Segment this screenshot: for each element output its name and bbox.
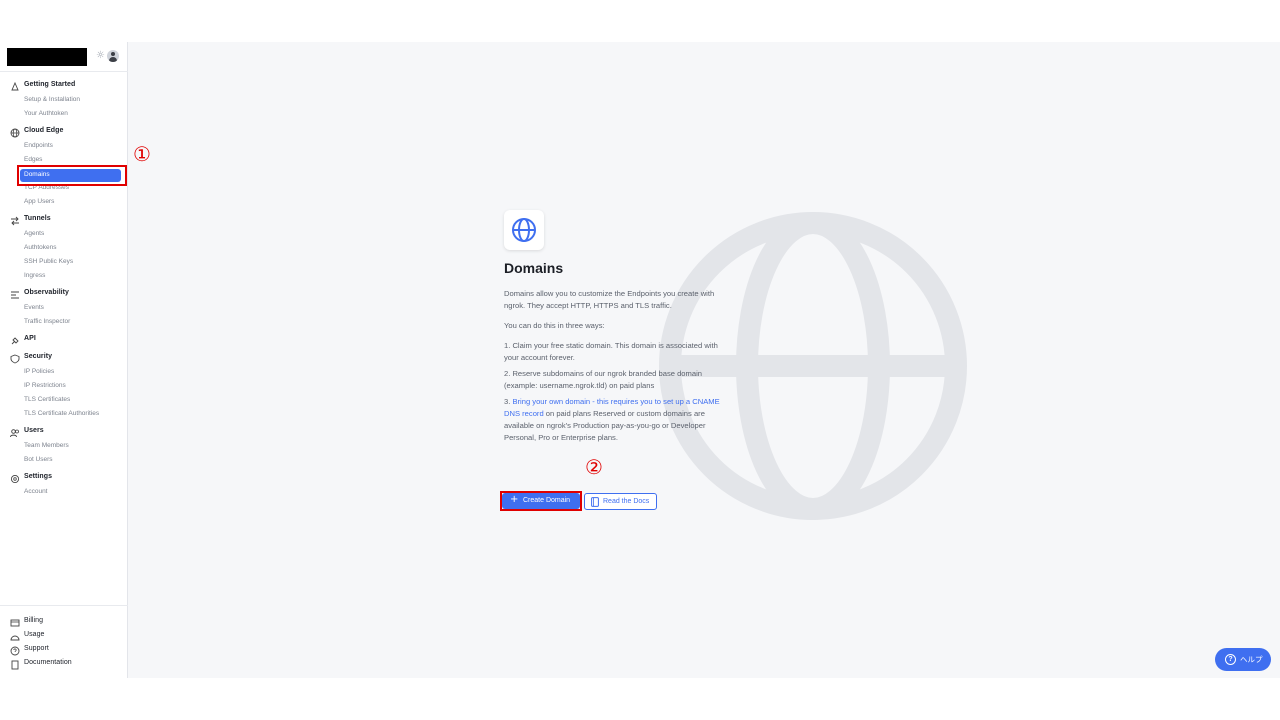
sidebar-item-label: Support (24, 645, 49, 652)
sidebar-section-cloud-edge[interactable]: Cloud Edge (0, 126, 128, 140)
globe-icon (10, 128, 20, 138)
sidebar-item-support[interactable]: Support (0, 644, 128, 658)
sidebar-item-label: TLS Certificates (24, 396, 71, 403)
sidebar: ☼ Getting Started Setup & Installation Y… (0, 42, 128, 678)
sidebar-section-security[interactable]: Security (0, 352, 128, 366)
globe-icon (512, 218, 536, 242)
sidebar-section-label: Cloud Edge (24, 127, 64, 134)
sidebar-item-label: IP Policies (24, 368, 55, 375)
list-icon (11, 291, 19, 299)
bring-own-domain-link[interactable]: Bring your own domain (512, 397, 590, 406)
sidebar-section-users[interactable]: Users (0, 426, 128, 440)
sidebar-item-account[interactable]: Account (0, 486, 128, 500)
sidebar-item-team-members[interactable]: Team Members (0, 440, 128, 454)
sidebar-item-label: TLS Certificate Authorities (24, 410, 100, 417)
sidebar-section-api[interactable]: API (0, 334, 128, 348)
sidebar-item-label: Events (24, 304, 44, 311)
sidebar-item-label: Agents (24, 230, 45, 237)
page-title: Domains (504, 260, 564, 276)
sidebar-item-tls-cas[interactable]: TLS Certificate Authorities (0, 408, 128, 422)
gear-icon (10, 474, 20, 484)
sidebar-item-bot-users[interactable]: Bot Users (0, 454, 128, 468)
help-circle-icon (10, 646, 20, 656)
sidebar-item-label: IP Restrictions (24, 382, 66, 389)
question-icon: ? (1225, 654, 1236, 665)
sidebar-section-observability[interactable]: Observability (0, 288, 128, 302)
sidebar-item-label: Edges (24, 156, 43, 163)
help-button[interactable]: ? ヘルプ (1215, 648, 1271, 671)
sidebar-item-ip-restrictions[interactable]: IP Restrictions (0, 380, 128, 394)
sidebar-nav: Getting Started Setup & Installation You… (0, 80, 128, 500)
sidebar-item-label: Team Members (24, 442, 69, 449)
way-2-text: 2. Reserve subdomains of our ngrok brand… (504, 369, 702, 390)
sidebar-item-label: Your Authtoken (24, 110, 68, 117)
sidebar-header: ☼ (0, 42, 128, 72)
sidebar-item-app-users[interactable]: App Users (0, 196, 128, 210)
gauge-icon (10, 635, 20, 641)
sun-icon[interactable]: ☼ (96, 51, 106, 61)
shield-icon (10, 354, 20, 364)
book-icon (591, 497, 599, 507)
plug-icon (11, 337, 19, 345)
annotation-marker-1: ① (133, 142, 151, 166)
ways-heading: You can do this in three ways: (504, 321, 605, 330)
sidebar-item-usage[interactable]: Usage (0, 630, 128, 644)
sidebar-item-ssh-keys[interactable]: SSH Public Keys (0, 256, 128, 270)
sidebar-item-agents[interactable]: Agents (0, 228, 128, 242)
sidebar-item-ingress[interactable]: Ingress (0, 270, 128, 284)
sidebar-section-label: Observability (24, 289, 70, 296)
sidebar-section-label: Security (24, 353, 53, 360)
book-icon (11, 660, 19, 670)
sidebar-section-label: Getting Started (24, 81, 76, 88)
sidebar-item-label: Billing (24, 617, 44, 624)
app-window: ☼ Getting Started Setup & Installation Y… (0, 42, 1280, 678)
sidebar-item-traffic-inspector[interactable]: Traffic Inspector (0, 316, 128, 330)
arrows-icon (11, 216, 19, 226)
sidebar-item-label: SSH Public Keys (24, 258, 74, 265)
sidebar-item-events[interactable]: Events (0, 302, 128, 316)
help-label: ヘルプ (1240, 655, 1263, 664)
sidebar-item-label: Bot Users (24, 456, 53, 463)
sidebar-item-label: Endpoints (24, 142, 53, 149)
intro-text: Domains allow you to customize the Endpo… (504, 289, 715, 310)
sidebar-section-settings[interactable]: Settings (0, 472, 128, 486)
sidebar-item-label: Ingress (24, 272, 46, 279)
sidebar-item-billing[interactable]: Billing (0, 616, 128, 630)
globe-watermark-icon (659, 212, 967, 520)
sidebar-item-authtokens[interactable]: Authtokens (0, 242, 128, 256)
sidebar-section-label: Settings (24, 473, 53, 480)
sidebar-item-documentation[interactable]: Documentation (0, 658, 128, 672)
way-3-text: 3. Bring your own domain - this requires… (504, 396, 730, 444)
account-logo[interactable] (7, 48, 87, 66)
avatar[interactable] (107, 50, 119, 62)
sidebar-footer: Billing Usage Support Documentation (0, 605, 128, 672)
sidebar-item-label: Documentation (24, 659, 72, 666)
sidebar-section-label: API (24, 335, 36, 342)
sidebar-item-setup[interactable]: Setup & Installation (0, 94, 128, 108)
sidebar-item-label: Traffic Inspector (24, 318, 71, 325)
sidebar-item-endpoints[interactable]: Endpoints (0, 140, 128, 154)
sidebar-item-authtoken[interactable]: Your Authtoken (0, 108, 128, 122)
sidebar-item-label: App Users (24, 198, 55, 205)
sidebar-item-label: Usage (24, 631, 45, 638)
users-icon (10, 429, 19, 438)
sidebar-item-label: Setup & Installation (24, 96, 81, 103)
annotation-marker-2: ② (585, 455, 603, 479)
sidebar-section-getting-started[interactable]: Getting Started (0, 80, 128, 94)
read-docs-label: Read the Docs (603, 498, 650, 505)
sidebar-item-ip-policies[interactable]: IP Policies (0, 366, 128, 380)
rocket-icon (11, 82, 19, 91)
sidebar-item-label: Authtokens (24, 244, 57, 251)
sidebar-section-label: Users (24, 427, 44, 434)
sidebar-section-label: Tunnels (24, 215, 51, 222)
domain-icon-tile (504, 210, 544, 250)
annotation-highlight-2 (500, 491, 582, 511)
sidebar-section-tunnels[interactable]: Tunnels (0, 214, 128, 228)
sidebar-item-tls-certificates[interactable]: TLS Certificates (0, 394, 128, 408)
read-docs-button[interactable]: Read the Docs (584, 493, 657, 510)
card-icon (10, 619, 20, 627)
annotation-highlight-1 (17, 165, 127, 186)
sidebar-item-label: Account (24, 488, 48, 495)
way-1-text: 1. Claim your free static domain. This d… (504, 341, 718, 362)
